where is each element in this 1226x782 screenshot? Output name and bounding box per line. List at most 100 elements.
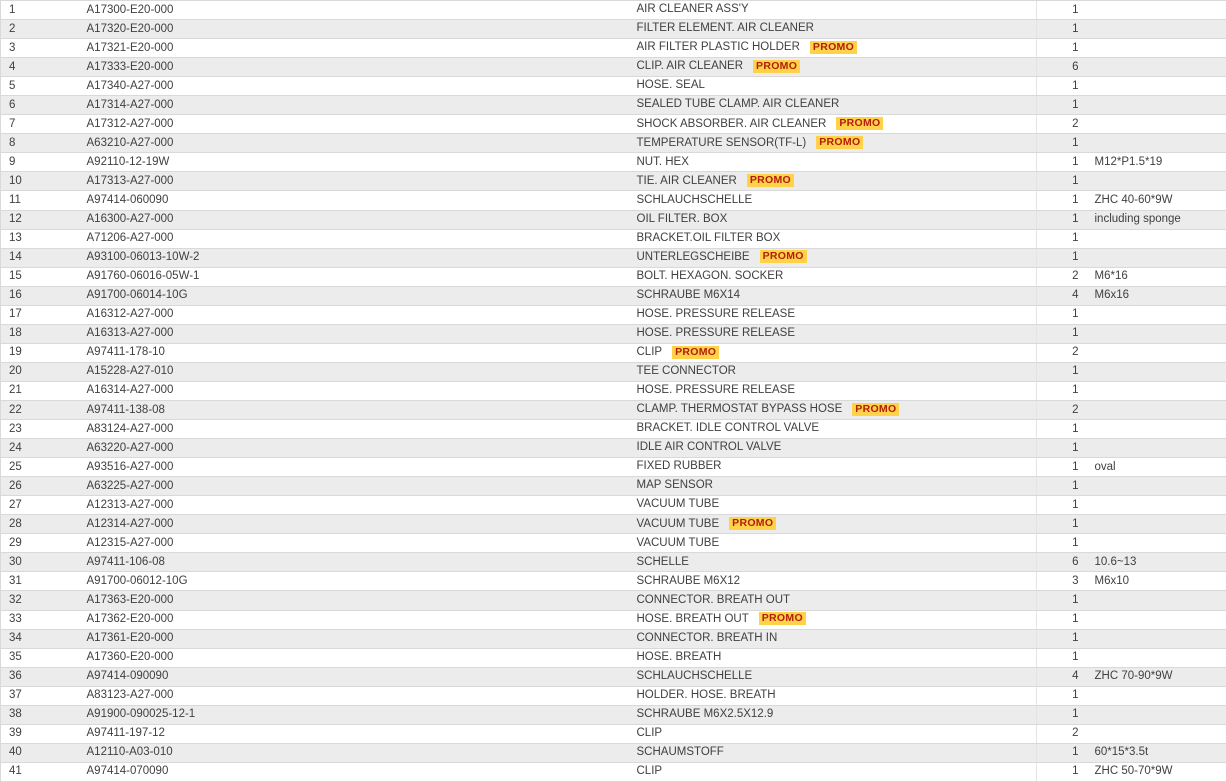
part-number-cell[interactable]: A17313-A27-000	[82, 171, 629, 192]
part-number-cell[interactable]: A92110-12-19W	[82, 152, 629, 173]
table-row[interactable]: 23 A83124-A27-000 BRACKET. IDLE CONTROL VA…	[0, 419, 1226, 440]
table-row[interactable]: 25 A93516-A27-000 FIXED RUBBER 1 oval	[0, 457, 1226, 478]
row-index-cell: 39	[0, 723, 83, 744]
promo-badge[interactable]: PROMO	[809, 40, 858, 54]
part-number-cell[interactable]: A12313-A27-000	[82, 495, 629, 516]
table-row[interactable]: 36 A97414-090090 SCHLAUCHSCHELLE 4 ZHC 70-90…	[0, 666, 1226, 687]
promo-badge[interactable]: PROMO	[759, 250, 807, 264]
table-row[interactable]: 5 A17340-A27-000 HOSE. SEAL 1	[0, 76, 1226, 97]
part-number-cell[interactable]: A17361-E20-000	[82, 628, 629, 649]
table-row[interactable]: 38 A91900-090025-12-1 SCHRAUBE M6X2.5X12.9…	[0, 704, 1226, 725]
description-text: FIXED RUBBER	[636, 460, 722, 473]
part-number-cell[interactable]: A12314-A27-000	[82, 514, 629, 535]
part-number-cell[interactable]: A97414-060090	[82, 190, 629, 211]
part-number-cell[interactable]: A97414-090090	[82, 666, 629, 687]
promo-badge[interactable]: PROMO	[672, 345, 720, 359]
part-number-cell[interactable]: A83124-A27-000	[82, 419, 629, 440]
promo-badge[interactable]: PROMO	[836, 117, 884, 131]
quantity-cell: 3	[1036, 571, 1089, 592]
part-number-cell[interactable]: A93100-06013-10W-2	[82, 247, 629, 268]
part-number-cell[interactable]: A91700-06014-10G	[82, 285, 629, 306]
part-number-cell[interactable]: A91900-090025-12-1	[82, 704, 629, 725]
part-number-cell[interactable]: A16300-A27-000	[82, 209, 629, 230]
table-row[interactable]: 6 A17314-A27-000 SEALED TUBE CLAMP. AIR CL…	[0, 95, 1226, 116]
promo-badge[interactable]: PROMO	[753, 59, 801, 73]
table-row[interactable]: 8 A63210-A27-000 TEMPERATURE SENSOR(TF-L) P…	[0, 133, 1226, 154]
table-row[interactable]: 13 A71206-A27-000 BRACKET.OIL FILTER BOX 1	[0, 228, 1226, 249]
part-number-cell[interactable]: A17340-A27-000	[82, 76, 629, 97]
remark-cell	[1088, 399, 1226, 421]
part-number-cell[interactable]: A97411-138-08	[82, 399, 629, 421]
part-number-cell[interactable]: A97411-178-10	[82, 342, 629, 363]
promo-badge[interactable]: PROMO	[729, 517, 777, 531]
part-number-cell[interactable]: A17314-A27-000	[82, 95, 629, 116]
table-row[interactable]: 27 A12313-A27-000 VACUUM TUBE 1	[0, 495, 1226, 516]
table-row[interactable]: 29 A12315-A27-000 VACUUM TUBE 1	[0, 533, 1226, 554]
table-row[interactable]: 17 A16312-A27-000 HOSE. PRESSURE RELEASE 1	[0, 304, 1226, 325]
table-row[interactable]: 22 A97411-138-08 CLAMP. THERMOSTAT BYPASS …	[0, 399, 1226, 421]
promo-badge[interactable]: PROMO	[816, 136, 864, 150]
part-number-cell[interactable]: A93516-A27-000	[82, 457, 629, 478]
part-number-cell[interactable]: A16312-A27-000	[82, 304, 629, 325]
table-row[interactable]: 33 A17362-E20-000 HOSE. BREATH OUT PROMO 1	[0, 609, 1226, 630]
table-row[interactable]: 1 A17300-E20-000 AIR CLEANER ASS'Y 1	[0, 0, 1226, 21]
table-row[interactable]: 32 A17363-E20-000 CONNECTOR. BREATH OUT 1	[0, 590, 1226, 611]
part-number-cell[interactable]: A97411-106-08	[82, 552, 629, 573]
table-row[interactable]: 4 A17333-E20-000 CLIP. AIR CLEANER PROMO 6	[0, 57, 1226, 78]
table-row[interactable]: 20 A15228-A27-010 TEE CONNECTOR 1	[0, 361, 1226, 382]
table-row[interactable]: 34 A17361-E20-000 CONNECTOR. BREATH IN 1	[0, 628, 1226, 649]
part-number-cell[interactable]: A17321-E20-000	[82, 38, 629, 59]
table-row[interactable]: 9 A92110-12-19W NUT. HEX 1 M12*P1.5*19	[0, 152, 1226, 173]
part-number-cell[interactable]: A17360-E20-000	[82, 647, 629, 668]
part-number-cell[interactable]: A12110-A03-010	[82, 742, 629, 763]
table-row[interactable]: 37 A83123-A27-000 HOLDER. HOSE. BREATH 1	[0, 685, 1226, 706]
remark-cell	[1088, 533, 1226, 554]
part-number-cell[interactable]: A97411-197-12	[82, 723, 629, 744]
table-row[interactable]: 41 A97414-070090 CLIP 1 ZHC 50-70*9W	[0, 761, 1226, 782]
part-number-cell[interactable]: A17363-E20-000	[82, 590, 629, 611]
table-row[interactable]: 39 A97411-197-12 CLIP 2	[0, 723, 1226, 744]
table-row[interactable]: 31 A91700-06012-10G SCHRAUBE M6X12 3 M6x10	[0, 571, 1226, 592]
table-row[interactable]: 14 A93100-06013-10W-2 UNTERLEGSCHEIBE PROMO…	[0, 247, 1226, 268]
table-row[interactable]: 40 A12110-A03-010 SCHAUMSTOFF 1 60*15*3.5t	[0, 742, 1226, 763]
table-row[interactable]: 19 A97411-178-10 CLIP PROMO 2	[0, 342, 1226, 363]
promo-badge[interactable]: PROMO	[746, 174, 795, 188]
table-row[interactable]: 12 A16300-A27-000 OIL FILTER. BOX 1 includin…	[0, 209, 1226, 230]
part-number-cell[interactable]: A12315-A27-000	[82, 533, 629, 554]
table-row[interactable]: 35 A17360-E20-000 HOSE. BREATH 1	[0, 647, 1226, 668]
table-row[interactable]: 2 A17320-E20-000 FILTER ELEMENT. AIR CLEAN…	[0, 19, 1226, 40]
part-number-cell[interactable]: A97414-070090	[82, 761, 629, 782]
table-row[interactable]: 10 A17313-A27-000 TIE. AIR CLEANER PROMO 1	[0, 171, 1226, 192]
part-number-cell[interactable]: A17312-A27-000	[82, 114, 629, 135]
table-row[interactable]: 18 A16313-A27-000 HOSE. PRESSURE RELEASE 1	[0, 323, 1226, 344]
table-row[interactable]: 16 A91700-06014-10G SCHRAUBE M6X14 4 M6x16	[0, 285, 1226, 306]
remark-cell	[1088, 171, 1226, 192]
part-number-cell[interactable]: A63225-A27-000	[82, 476, 629, 497]
part-number-cell[interactable]: A91700-06012-10G	[82, 571, 629, 592]
part-number-cell[interactable]: A16313-A27-000	[82, 323, 629, 344]
part-number-cell[interactable]: A63210-A27-000	[82, 133, 629, 154]
table-row[interactable]: 28 A12314-A27-000 VACUUM TUBE PROMO 1	[0, 514, 1226, 535]
part-number-cell[interactable]: A17362-E20-000	[82, 609, 629, 630]
remark-cell	[1088, 38, 1226, 59]
part-number-cell[interactable]: A63220-A27-000	[82, 438, 629, 459]
part-number-cell[interactable]: A71206-A27-000	[82, 228, 629, 249]
table-row[interactable]: 15 A91760-06016-05W-1 BOLT. HEXAGON. SOCKE…	[0, 266, 1226, 287]
part-number-cell[interactable]: A17320-E20-000	[82, 19, 629, 40]
promo-badge[interactable]: PROMO	[852, 402, 900, 416]
table-row[interactable]: 3 A17321-E20-000 AIR FILTER PLASTIC HOLDER…	[0, 38, 1226, 59]
table-row[interactable]: 26 A63225-A27-000 MAP SENSOR 1	[0, 476, 1226, 497]
table-row[interactable]: 11 A97414-060090 SCHLAUCHSCHELLE 1 ZHC 40-60…	[0, 190, 1226, 211]
description-cell: HOSE. SEAL	[628, 76, 1037, 97]
part-number-cell[interactable]: A91760-06016-05W-1	[82, 266, 629, 287]
promo-badge[interactable]: PROMO	[758, 612, 806, 626]
part-number-cell[interactable]: A16314-A27-000	[82, 380, 629, 401]
part-number-cell[interactable]: A17300-E20-000	[82, 0, 629, 21]
part-number-cell[interactable]: A17333-E20-000	[82, 57, 629, 78]
table-row[interactable]: 21 A16314-A27-000 HOSE. PRESSURE RELEASE 1	[0, 380, 1226, 401]
part-number-cell[interactable]: A83123-A27-000	[82, 685, 629, 706]
part-number-cell[interactable]: A15228-A27-010	[82, 361, 629, 382]
table-row[interactable]: 30 A97411-106-08 SCHELLE 6 10.6~13	[0, 552, 1226, 573]
table-row[interactable]: 24 A63220-A27-000 IDLE AIR CONTROL VALVE 1	[0, 438, 1226, 459]
table-row[interactable]: 7 A17312-A27-000 SHOCK ABSORBER. AIR CLEAN…	[0, 114, 1226, 135]
